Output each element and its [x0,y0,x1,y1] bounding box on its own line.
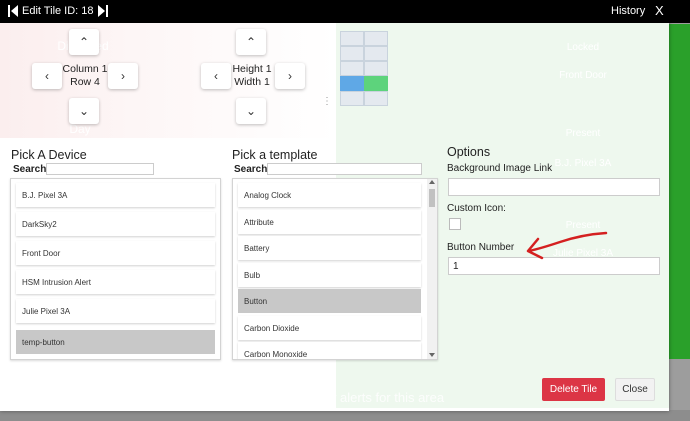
chevron-up-icon: ⌃ [78,35,90,49]
move-left-button[interactable]: ‹ [32,63,62,89]
template-list-scrollbar[interactable] [427,179,437,359]
background-tile-present [668,24,690,359]
weather-footer-bg [0,410,690,421]
options-title: Options [447,145,491,159]
custom-icon-checkbox[interactable] [449,218,461,230]
chevron-down-icon: ⌄ [245,104,257,118]
ghost-label: B.J. Pixel 3A [554,158,612,169]
template-list-item[interactable]: Carbon Dioxide [238,316,421,340]
template-list-item[interactable]: Attribute [238,210,421,234]
template-search-label: Search: [234,164,271,175]
previous-tile-icon[interactable] [8,4,18,18]
close-icon[interactable]: X [655,3,664,18]
position-readout: Column 1 Row 4 [60,63,110,89]
edit-tile-modal: Disarmed Day Locked Front Door Present B… [0,0,669,411]
annotation-arrow-icon [526,231,608,260]
height-label: Height 1 [232,63,272,75]
device-list-item[interactable]: HSM Intrusion Alert [16,270,215,294]
grid-cell [340,46,364,61]
ghost-label: Day [69,122,91,136]
template-list-item[interactable]: Battery [238,236,421,260]
grid-cell [364,91,388,106]
device-search-input[interactable] [46,163,154,175]
template-picker-title: Pick a template [232,148,318,162]
row-label: Row 4 [70,76,100,88]
weather-alert-ghost-text: No current weather alerts for this area [225,390,445,405]
grid-cell [340,31,364,46]
height-increase-button[interactable]: ⌄ [236,98,266,124]
chevron-down-icon: ⌄ [78,104,90,118]
tile-grid-preview [340,31,388,106]
chevron-right-icon: › [288,69,292,83]
device-list: B.J. Pixel 3A DarkSky2 Front Door HSM In… [10,178,221,360]
template-list-item-selected[interactable]: Button [238,289,421,313]
custom-icon-label: Custom Icon: [447,203,506,214]
grid-cell [364,31,388,46]
move-up-button[interactable]: ⌃ [69,29,99,55]
grid-cell [364,61,388,76]
chevron-right-icon: › [121,69,125,83]
device-picker-title: Pick A Device [11,148,87,162]
template-search-input[interactable] [267,163,422,175]
grid-cell-current-tile [340,76,364,91]
template-list: Analog Clock Attribute Battery Bulb Butt… [232,178,438,360]
scroll-up-icon[interactable] [429,180,435,184]
background-image-label: Background Image Link [447,163,553,174]
scroll-down-icon[interactable] [429,353,435,357]
device-list-item[interactable]: Front Door [16,241,215,265]
height-decrease-button[interactable]: ⌃ [236,29,266,55]
history-link[interactable]: History [611,5,645,17]
grid-cell [340,61,364,76]
next-tile-icon[interactable] [97,4,108,18]
chevron-left-icon: ‹ [45,69,49,83]
device-list-item-selected[interactable]: temp-button [16,330,215,354]
modal-titlebar: Edit Tile ID: 18 History X [0,0,690,23]
move-down-button[interactable]: ⌄ [69,98,99,124]
width-label: Width 1 [234,76,270,88]
chevron-up-icon: ⌃ [245,35,257,49]
ghost-label: Present [565,128,601,139]
device-list-item[interactable]: Julie Pixel 3A [16,299,215,323]
grid-cell [340,91,364,106]
template-list-item[interactable]: Analog Clock [238,183,421,207]
width-decrease-button[interactable]: ‹ [201,63,231,89]
ghost-label: Front Door [559,70,607,81]
chevron-left-icon: ‹ [214,69,218,83]
button-number-label: Button Number [447,242,515,253]
device-search-label: Search: [13,164,50,175]
modal-title: Edit Tile ID: 18 [22,5,94,17]
device-list-item[interactable]: DarkSky2 [16,212,215,236]
device-list-item[interactable]: B.J. Pixel 3A [16,183,215,207]
delete-tile-button[interactable]: Delete Tile [542,378,605,401]
column-label: Column 1 [62,63,108,75]
width-increase-button[interactable]: › [275,63,305,89]
ghost-label: Locked [566,42,600,53]
move-right-button[interactable]: › [108,63,138,89]
size-readout: Height 1 Width 1 [228,63,276,89]
template-list-item[interactable]: Carbon Monoxide [238,342,421,359]
grid-cell [364,46,388,61]
background-image-input[interactable] [448,178,660,196]
template-list-item[interactable]: Bulb [238,263,421,287]
scroll-thumb[interactable] [429,189,435,207]
grid-cell-occupied [364,76,388,91]
more-options-icon[interactable]: ⋮ [322,96,332,107]
close-button[interactable]: Close [615,378,655,401]
